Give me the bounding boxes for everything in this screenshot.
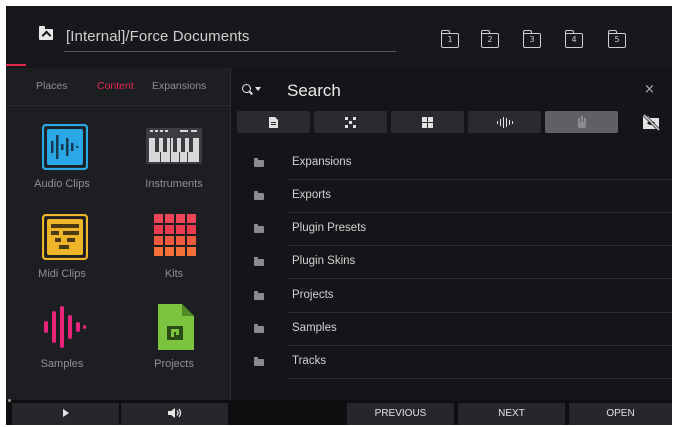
tile-projects[interactable]: Projects [124, 298, 224, 378]
list-item[interactable]: Exports [231, 180, 672, 213]
tile-label-audio-clips: Audio Clips [34, 178, 90, 190]
bottom-bar: PREVIOUS NEXT OPEN [6, 399, 672, 425]
list-item[interactable]: Projects [231, 280, 672, 313]
list-item[interactable]: Tracks [231, 346, 672, 379]
accent-bar [6, 64, 26, 66]
tile-instruments[interactable]: Instruments [124, 118, 224, 198]
filter-hand-button[interactable] [545, 111, 618, 133]
path-underline [64, 51, 396, 52]
next-button[interactable]: NEXT [458, 403, 565, 425]
folder-icon [254, 324, 264, 333]
slot-3-button[interactable]: 3 [523, 30, 541, 48]
slot-4-button[interactable]: 4 [565, 30, 583, 48]
sidebar-tabs: Places Content Expansions [6, 68, 230, 106]
filter-bar [237, 111, 672, 133]
header-bar: [Internal]/Force Documents 1 2 3 4 5 [6, 6, 672, 68]
hand-icon [577, 116, 586, 128]
list-item-label: Samples [292, 322, 337, 334]
play-icon [62, 409, 69, 418]
folder-icon [254, 224, 264, 233]
search-input[interactable]: Search [287, 81, 341, 101]
instruments-icon [146, 128, 202, 164]
kits-icon [154, 214, 196, 256]
folder-icon [254, 191, 264, 200]
filter-document-button[interactable] [237, 111, 310, 133]
tile-label-samples: Samples [40, 358, 84, 370]
search-row: Search × [231, 68, 672, 110]
search-icon[interactable] [242, 84, 251, 93]
folder-icon [254, 158, 264, 167]
list-item[interactable]: Samples [231, 313, 672, 346]
tile-audio-clips[interactable]: Audio Clips [12, 118, 112, 198]
projects-icon [158, 304, 194, 350]
chevron-down-icon[interactable] [255, 87, 261, 91]
row-divider [289, 378, 672, 379]
grid-dots-icon [345, 116, 356, 128]
previous-button[interactable]: PREVIOUS [347, 403, 454, 425]
row-divider [289, 278, 672, 279]
list-item[interactable]: Plugin Presets [231, 213, 672, 246]
slot-5-button[interactable]: 5 [608, 30, 626, 48]
list-item-label: Plugin Skins [292, 255, 356, 267]
browser-screen: [Internal]/Force Documents 1 2 3 4 5 Pla… [6, 6, 672, 425]
waveform-icon [496, 116, 513, 128]
tab-content[interactable]: Content [97, 80, 134, 92]
filter-grid-dots-button[interactable] [314, 111, 387, 133]
list-item-label: Tracks [292, 355, 327, 367]
tile-label-projects: Projects [154, 358, 194, 370]
samples-icon [44, 306, 86, 348]
tab-places[interactable]: Places [36, 80, 68, 92]
tile-label-kits: Kits [164, 268, 184, 280]
preview-volume-button[interactable] [121, 403, 228, 425]
slot-1-button[interactable]: 1 [441, 30, 459, 48]
file-browser: Search × Expansions Exports Plugin Prese… [230, 68, 672, 400]
midi-clips-icon [42, 214, 88, 260]
document-icon [269, 116, 278, 128]
play-button[interactable] [12, 403, 119, 425]
slot-2-button[interactable]: 2 [481, 30, 499, 48]
filter-four-squares-button[interactable] [391, 111, 464, 133]
close-icon[interactable]: × [644, 82, 655, 97]
speaker-icon [167, 408, 181, 419]
list-item[interactable]: Expansions [231, 147, 672, 180]
list-item[interactable]: Plugin Skins [231, 246, 672, 279]
folder-icon[interactable] [39, 26, 53, 40]
content-sidebar: Places Content Expansions Audio Clips In… [6, 68, 230, 400]
filter-waveform-button[interactable] [468, 111, 541, 133]
folder-icon [254, 291, 264, 300]
list-item-label: Projects [292, 289, 334, 301]
tile-kits[interactable]: Kits [124, 208, 224, 288]
list-item-label: Exports [292, 189, 331, 201]
hide-icon[interactable] [641, 112, 661, 132]
folder-icon [254, 357, 264, 366]
folder-icon [254, 257, 264, 266]
list-item-label: Expansions [292, 156, 352, 168]
tile-midi-clips[interactable]: Midi Clips [12, 208, 112, 288]
tile-samples[interactable]: Samples [12, 298, 112, 378]
open-button[interactable]: OPEN [569, 403, 672, 425]
list-item-label: Plugin Presets [292, 222, 367, 234]
tile-label-midi-clips: Midi Clips [38, 268, 86, 280]
current-path[interactable]: [Internal]/Force Documents [66, 28, 250, 45]
audio-clips-icon [42, 124, 88, 170]
indicator-dot [8, 399, 11, 402]
tab-expansions[interactable]: Expansions [152, 80, 206, 92]
four-squares-icon [422, 116, 433, 128]
tile-label-instruments: Instruments [145, 178, 203, 190]
